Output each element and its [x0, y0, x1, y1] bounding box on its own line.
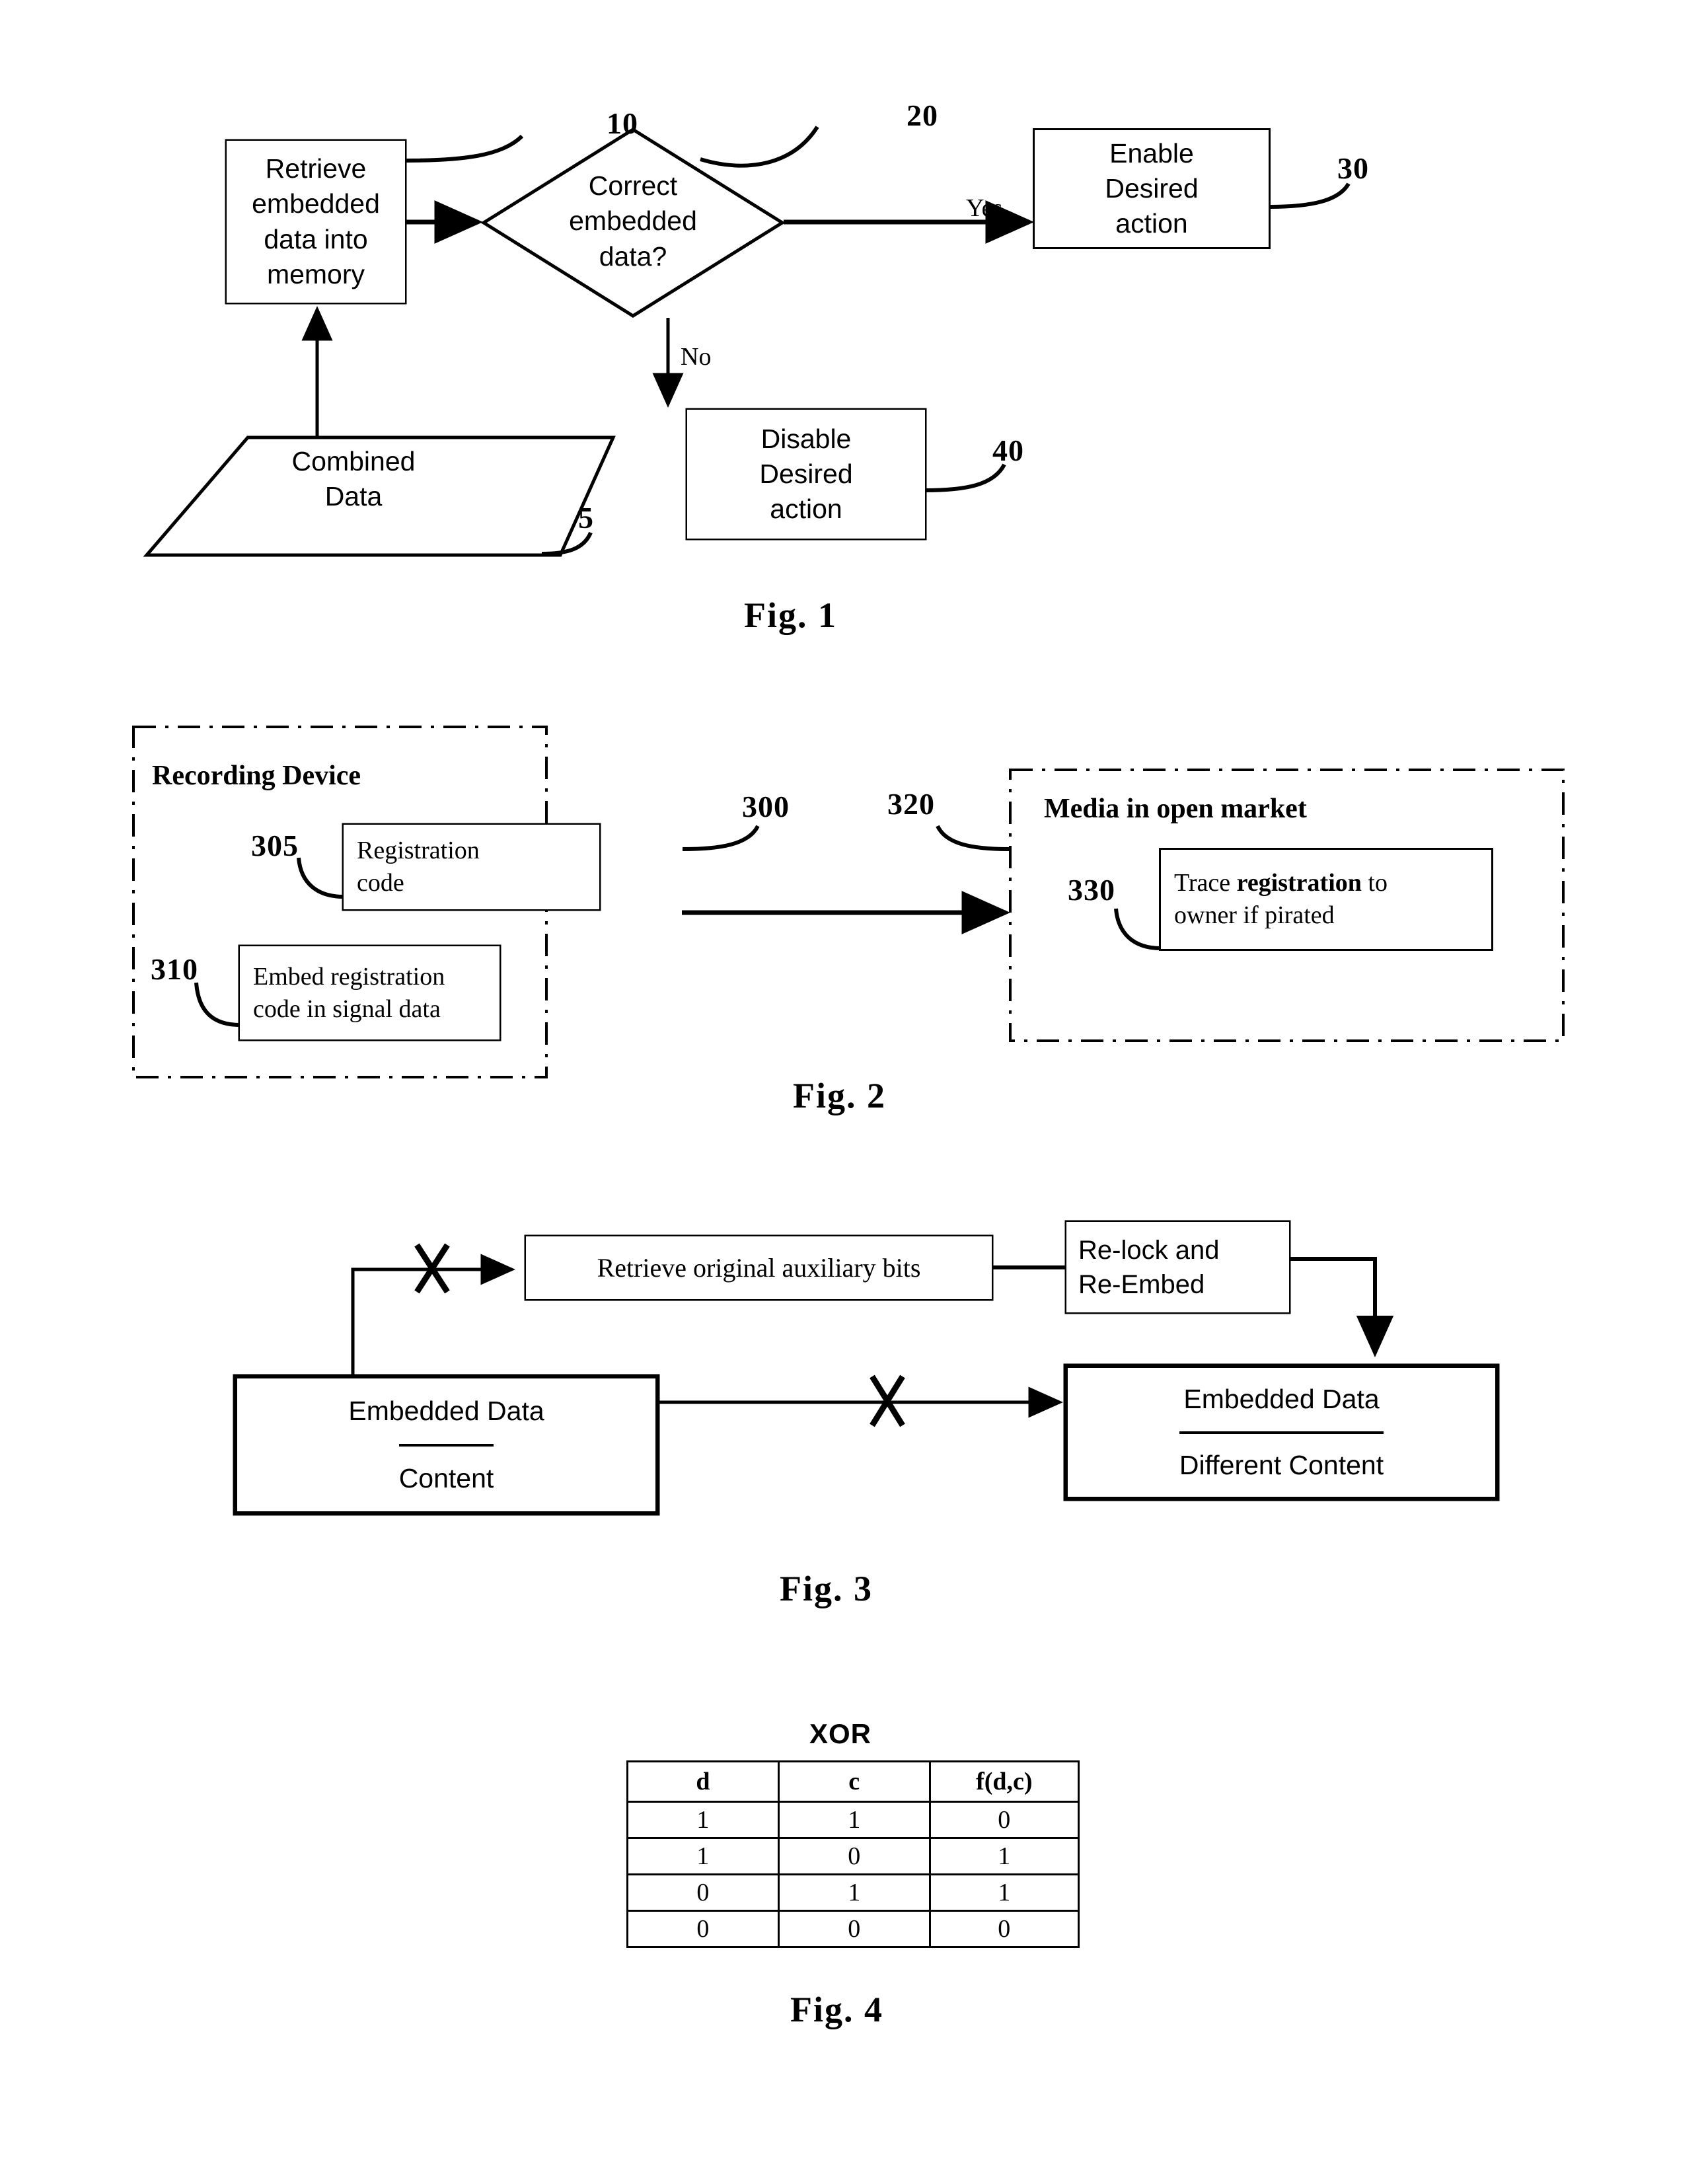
table-row: 1 1 0 [626, 1801, 1080, 1839]
fig4-cell-c: 0 [777, 1910, 931, 1948]
fig3-left-bottom-label: Content [398, 1463, 494, 1494]
fig1-leader-5 [541, 531, 593, 556]
fig1-combined-data-label: Combined Data [291, 445, 416, 511]
fig4-cell-c: 0 [777, 1837, 931, 1875]
fig3-path-relock-to-embedded [1289, 1257, 1394, 1357]
fig1-ref-number-10: 10 [607, 106, 638, 140]
fig2-caption: Fig. 2 [793, 1076, 886, 1115]
fig2-recording-device-group-title: Recording Device [152, 761, 361, 791]
fig1-edge-label-yes: Yes [966, 194, 1003, 222]
fig2-leader-320 [936, 825, 1010, 851]
fig1-caption: Fig. 1 [744, 595, 837, 635]
fig3-left-stack-embedded-data-cell: Embedded Data [348, 1378, 544, 1444]
fig2-ref-number-305: 305 [251, 829, 299, 862]
fig2-leader-310 [194, 982, 241, 1027]
fig4-col-header-d: d [626, 1760, 780, 1803]
fig3-retrieve-aux-label: Retrieve original auxiliary bits [597, 1252, 921, 1283]
fig2-trace-bold: registration [1236, 869, 1362, 897]
fig1-ref-number-40: 40 [992, 433, 1024, 467]
fig2-embed-registration-label: Embed registration code in signal data [253, 962, 445, 1023]
fig1-ref-number-5: 5 [578, 501, 594, 535]
fig2-ref-number-310: 310 [151, 952, 198, 986]
fig3-embedded-data-different-content-stack: Embedded Data Different Content [1065, 1365, 1498, 1499]
fig2-ref-number-320: 320 [887, 787, 935, 821]
table-row: 0 0 0 [626, 1910, 1080, 1948]
fig3-x-marker-2 [870, 1374, 905, 1427]
fig3-right-stack-embedded-data-cell: Embedded Data [1183, 1368, 1379, 1431]
fig4-cell-d: 1 [626, 1801, 780, 1839]
fig4-caption: Fig. 4 [790, 1990, 883, 2029]
table-row: 0 1 1 [626, 1873, 1080, 1912]
fig2-embed-registration-code-box: Embed registration code in signal data [240, 946, 500, 1039]
fig1-decision-label: Correct embedded data? [569, 170, 697, 272]
fig3-relock-label: Re-lock and Re-Embed [1078, 1235, 1220, 1299]
fig1-retrieve-box-label: Retrieve embedded data into memory [252, 153, 380, 289]
fig4-table-header-row: d c f(d,c) [626, 1760, 1080, 1803]
fig4-cell-f: 1 [928, 1873, 1080, 1912]
patent-drawing-sheet: Retrieve embedded data into memory Corre… [0, 0, 1706, 2184]
fig4-xor-truth-table: d c f(d,c) 1 1 0 1 0 1 0 1 1 0 0 0 [626, 1760, 1080, 1948]
fig4-cell-d: 0 [626, 1873, 780, 1912]
fig3-right-stack-different-content-cell: Different Content [1179, 1431, 1384, 1497]
fig4-cell-f: 0 [928, 1910, 1080, 1948]
fig2-leader-330 [1114, 908, 1162, 950]
fig1-enable-desired-action-box: Enable Desired action [1035, 130, 1269, 247]
fig1-combined-data-node: Combined Data [235, 433, 472, 525]
fig4-cell-d: 1 [626, 1837, 780, 1875]
fig2-ref-number-330: 330 [1068, 873, 1115, 907]
fig3-right-top-label: Embedded Data [1183, 1384, 1380, 1415]
fig4-cell-c: 1 [777, 1801, 931, 1839]
fig2-registration-code-label: Registration code [357, 837, 480, 897]
fig2-trace-pre: Trace [1174, 869, 1237, 897]
fig1-edge-label-no: No [681, 343, 712, 371]
fig1-decision-node: Correct embedded data? [527, 142, 739, 301]
fig2-media-open-market-group-title: Media in open market [1044, 794, 1307, 824]
fig3-relock-and-reembed-box: Re-lock and Re-Embed [1066, 1222, 1289, 1312]
fig4-col-header-f: f(d,c) [928, 1760, 1080, 1803]
fig1-disable-box-label: Disable Desired action [759, 423, 853, 525]
fig3-right-bottom-label: Different Content [1179, 1449, 1384, 1480]
fig2-ref-number-300: 300 [742, 790, 790, 823]
fig3-left-top-label: Embedded Data [348, 1395, 544, 1426]
fig3-retrieve-original-auxiliary-bits-box: Retrieve original auxiliary bits [526, 1236, 992, 1299]
fig1-retrieve-embedded-data-box: Retrieve embedded data into memory [227, 141, 405, 303]
fig4-cell-c: 1 [777, 1873, 931, 1912]
fig2-trace-registration-label: Trace registration to owner if pirated [1174, 867, 1388, 931]
fig3-x-marker-1 [414, 1243, 450, 1294]
fig2-registration-code-box: Registration code [344, 825, 599, 909]
fig1-disable-desired-action-box: Disable Desired action [687, 410, 925, 539]
fig3-left-stack-content-cell: Content [398, 1443, 494, 1512]
fig4-xor-title: XOR [809, 1718, 872, 1749]
fig1-leader-30 [1268, 182, 1351, 209]
table-row: 1 0 1 [626, 1837, 1080, 1875]
fig4-col-header-c: c [777, 1760, 931, 1803]
fig2-trace-registration-box: Trace registration to owner if pirated [1161, 850, 1491, 949]
fig1-leader-10 [404, 134, 524, 163]
fig2-leader-300 [682, 825, 760, 851]
fig1-ref-number-20: 20 [907, 98, 938, 132]
fig4-cell-d: 0 [626, 1910, 780, 1948]
fig4-cell-f: 1 [928, 1837, 1080, 1875]
fig3-caption: Fig. 3 [780, 1569, 873, 1608]
fig1-ref-number-30: 30 [1337, 151, 1369, 185]
fig4-cell-f: 0 [928, 1801, 1080, 1839]
fig1-leader-40 [924, 463, 1006, 492]
fig2-leader-305 [297, 857, 344, 899]
fig3-embedded-data-content-stack: Embedded Data Content [235, 1376, 658, 1514]
fig1-enable-box-label: Enable Desired action [1105, 137, 1199, 239]
